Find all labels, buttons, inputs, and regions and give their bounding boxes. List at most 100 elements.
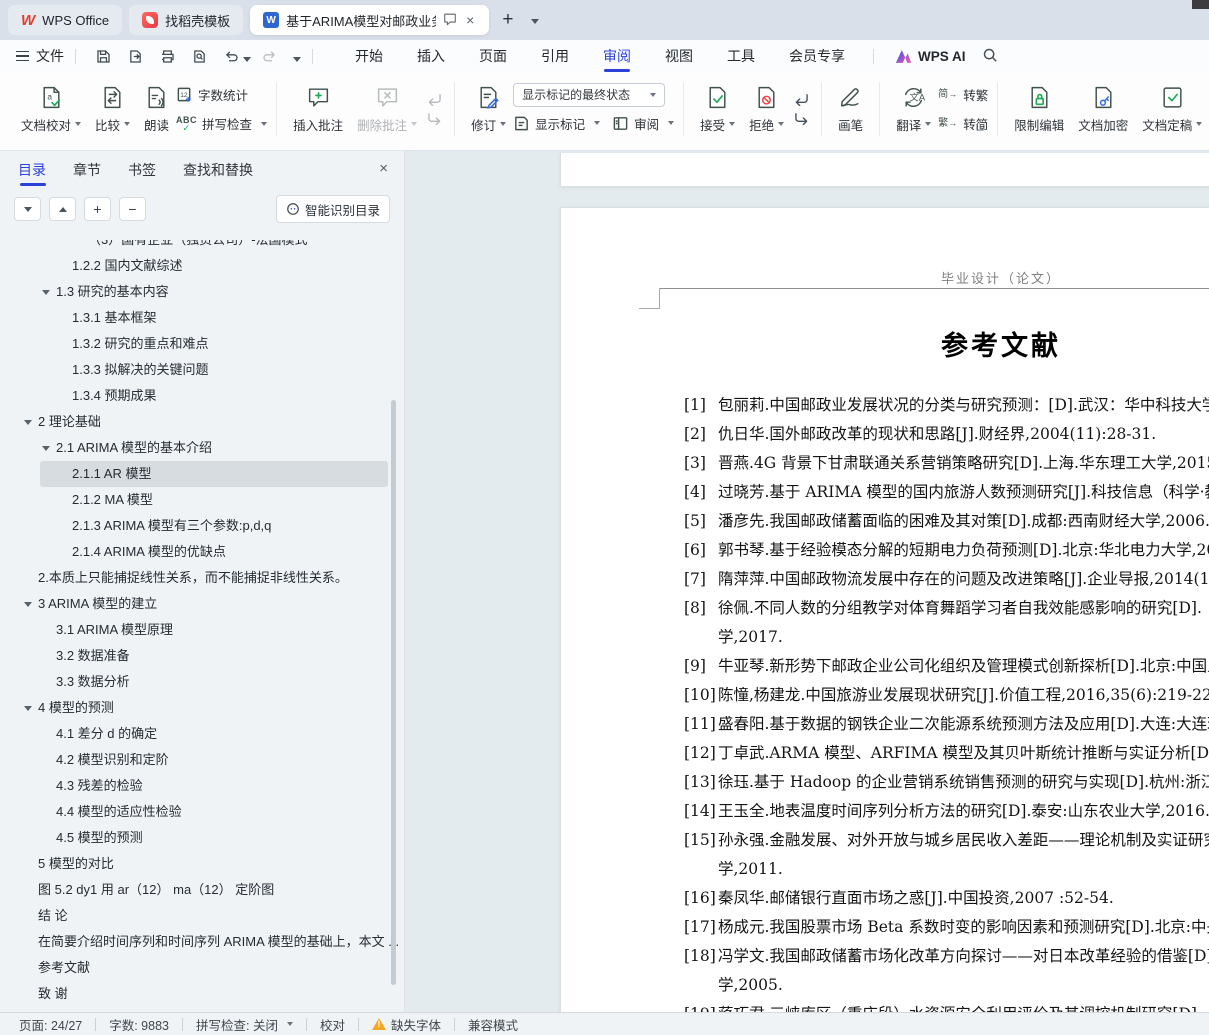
tab-current-document[interactable]: W 基于ARIMA模型对邮政业务总 × <box>250 5 490 35</box>
smart-toc-button[interactable]: 智能识别目录 <box>275 195 390 223</box>
reference-line[interactable]: [3] 晋燕.4G 背景下甘肃联通关系营销策略研究[D].上海.华东理工大学,20… <box>684 449 1209 478</box>
word-count-indicator[interactable]: 字数: 9883 <box>96 1015 182 1034</box>
toc-item[interactable]: 2.1.1 AR 模型 <box>40 461 388 487</box>
restrict-edit-button[interactable]: 限制编辑 <box>1007 81 1071 138</box>
expand-triangle-icon[interactable] <box>42 446 50 451</box>
reference-line[interactable]: [12] 丁卓武.ARMA 模型、ARFIMA 模型及其贝叶斯统计推断与实证分析[… <box>684 739 1209 768</box>
word-count-button[interactable]: 12 字数统计 <box>176 82 267 107</box>
menu-tab-4[interactable]: 审阅 <box>586 40 648 72</box>
toc-item[interactable]: 3.2 数据准备 <box>0 643 404 669</box>
toc-item[interactable]: 2.本质上只能捕捉线性关系，而不能捕捉非线性关系。 <box>0 565 404 591</box>
toc-item[interactable]: 参考文献 <box>0 955 404 981</box>
reference-line[interactable]: [18] 冯学文.我国邮政储蓄市场化改革方向探讨——对日本改革经验的借鉴[D] <box>684 942 1209 971</box>
new-tab-button[interactable]: + <box>496 9 519 31</box>
menu-tab-5[interactable]: 视图 <box>648 40 710 72</box>
references-title[interactable]: 参考文献 <box>561 324 1209 363</box>
reference-line[interactable]: [1] 包丽莉.中国邮政业发展状况的分类与研究预测：[D].武汉：华中科技大学, <box>684 391 1209 420</box>
menu-tab-7[interactable]: 会员专享 <box>772 40 862 72</box>
close-sidebar-icon[interactable]: × <box>379 160 388 177</box>
toc-item[interactable]: 4.2 模型识别和定阶 <box>0 747 404 773</box>
sidebar-tab-3[interactable]: 查找和替换 <box>183 151 253 189</box>
menu-tab-3[interactable]: 引用 <box>524 40 586 72</box>
reference-line[interactable]: 学,2011. <box>684 855 1209 884</box>
review-pane-button[interactable]: 审阅 <box>612 111 675 136</box>
previous-page-bottom[interactable] <box>560 153 1209 187</box>
encrypt-button[interactable]: 文档加密 <box>1071 81 1135 138</box>
toc-item[interactable]: 4.5 模型的预测 <box>0 825 404 851</box>
reference-line[interactable]: [10] 陈憧,杨建龙.中国旅游业发展现状研究[J].价值工程,2016,35(6… <box>684 681 1209 710</box>
menu-tab-0[interactable]: 开始 <box>338 40 400 72</box>
menu-tab-2[interactable]: 页面 <box>462 40 524 72</box>
document-page[interactable]: 毕业设计（论文） 参考文献 [1] 包丽莉.中国邮政业发展状况的分类与研究预测：[… <box>560 207 1209 1012</box>
show-markup-button[interactable]: 显示标记 <box>513 111 601 136</box>
markup-state-select[interactable]: 显示标记的最终状态 <box>513 82 666 107</box>
search-icon[interactable] <box>982 47 998 66</box>
reference-line[interactable]: [19]蒋巧君.三峡库区（重庆段）水资源安全利用评价及其调控机制研究[D] <box>684 1000 1209 1012</box>
toc-item[interactable]: 结 论 <box>0 903 404 929</box>
reference-line[interactable]: [16] 秦凤华.邮储银行直面市场之惑[J].中国投资,2007 :52-54. <box>684 884 1209 913</box>
export-icon[interactable] <box>126 47 144 65</box>
spell-check-toggle[interactable]: 拼写检查: 关闭 <box>183 1015 306 1034</box>
toc-item[interactable]: 5 模型的对比 <box>0 851 404 877</box>
expand-group-icon[interactable] <box>976 120 984 134</box>
insert-comment-button[interactable]: 插入批注 <box>286 81 350 138</box>
reference-line[interactable]: [14] 王玉全.地表温度时间序列分析方法的研究[D].泰安:山东农业大学,201… <box>684 797 1209 826</box>
to-traditional-button[interactable]: 简→ 转繁 <box>938 82 988 107</box>
compare-button[interactable]: 比较 <box>88 81 137 138</box>
toc-item[interactable]: 4.4 模型的适应性检验 <box>0 799 404 825</box>
undo-chevron-icon[interactable] <box>243 56 251 62</box>
reference-line[interactable]: [2] 仇日华.国外邮政改革的现状和思路[J].财经界,2004(11):28-3… <box>684 420 1209 449</box>
reference-line[interactable]: 学,2005. <box>684 971 1209 1000</box>
doc-proof-button[interactable]: a 文档校对 <box>14 81 88 138</box>
spell-check-button[interactable]: ABC ✓ 拼写检查 <box>176 111 268 136</box>
reference-line[interactable]: [15] 孙永强.金融发展、对外开放与城乡居民收入差距——理论机制及实证研究[D]… <box>684 826 1209 855</box>
toc-item[interactable]: 1.3 研究的基本内容 <box>0 279 404 305</box>
toc-item[interactable]: 1.3.1 基本框架 <box>0 305 404 331</box>
menu-tab-6[interactable]: 工具 <box>710 40 772 72</box>
reference-line[interactable]: [11] 盛春阳.基于数据的钢铁企业二次能源系统预测方法及应用[D].大连:大连理 <box>684 710 1209 739</box>
toc-item[interactable]: 3.3 数据分析 <box>0 669 404 695</box>
reference-line[interactable]: [4] 过晓芳.基于 ARIMA 模型的国内旅游人数预测研究[J].科技信息（科学… <box>684 478 1209 507</box>
print-preview-icon[interactable] <box>190 47 208 65</box>
toc-item[interactable]: 2.1.3 ARIMA 模型有三个参数:p,d,q <box>0 513 404 539</box>
reference-line[interactable]: [6] 郭书琴.基于经验模态分解的短期电力负荷预测[D].北京:华北电力大学,20… <box>684 536 1209 565</box>
sidebar-tab-0[interactable]: 目录 <box>18 151 46 189</box>
next-revision-icon[interactable] <box>794 112 809 125</box>
tab-wps-office-home[interactable]: W WPS Office <box>8 5 123 35</box>
tab-docer-templates[interactable]: 找稻壳模板 <box>129 5 244 35</box>
expand-all-button[interactable] <box>14 197 41 221</box>
toc-item[interactable]: 3 ARIMA 模型的建立 <box>0 591 404 617</box>
toc-item[interactable]: 4.1 差分 d 的确定 <box>0 721 404 747</box>
reference-line[interactable]: [13] 徐珏.基于 Hadoop 的企业营销系统销售预测的研究与实现[D].杭州… <box>684 768 1209 797</box>
sidebar-tab-1[interactable]: 章节 <box>73 151 101 189</box>
reference-line[interactable]: [17] 杨成元.我国股票市场 Beta 系数时变的影响因素和预测研究[D].北京… <box>684 913 1209 942</box>
missing-font-warning[interactable]: ! 缺失字体 <box>359 1015 454 1034</box>
save-icon[interactable] <box>94 47 112 65</box>
reference-line[interactable]: 学,2017. <box>684 623 1209 652</box>
reference-line[interactable]: [9] 牛亚琴.新形势下邮政企业公司化组织及管理模式创新探析[D].北京:中国人 <box>684 652 1209 681</box>
toc-item[interactable]: 1.3.4 预期成果 <box>0 383 404 409</box>
toc-item[interactable]: 在简要介绍时间序列和时间序列 ARIMA 模型的基础上，本文 ... <box>0 929 404 955</box>
toc-item[interactable]: 1.2.2 国内文献综述 <box>0 253 404 279</box>
print-icon[interactable] <box>158 47 176 65</box>
toc-item[interactable]: （3）国有企业（独资公司）-法国模式 <box>0 240 404 253</box>
expand-triangle-icon[interactable] <box>42 290 50 295</box>
toc-item[interactable]: 2.1 ARIMA 模型的基本介绍 <box>0 435 404 461</box>
toc-item[interactable]: 2 理论基础 <box>0 409 404 435</box>
undo-button[interactable] <box>222 47 240 65</box>
read-aloud-button[interactable]: 朗读 <box>137 81 176 138</box>
toc-item[interactable]: 4.3 残差的检验 <box>0 773 404 799</box>
compatibility-mode-indicator[interactable]: 兼容模式 <box>455 1015 531 1034</box>
track-changes-button[interactable]: 修订 <box>464 81 513 138</box>
toc-item[interactable]: 2.1.4 ARIMA 模型的优缺点 <box>0 539 404 565</box>
page-indicator[interactable]: 页面: 24/27 <box>6 1015 95 1034</box>
expand-triangle-icon[interactable] <box>24 420 32 425</box>
close-tab-icon[interactable]: × <box>464 13 476 27</box>
collapse-all-button[interactable] <box>49 197 76 221</box>
toc-item[interactable]: 1.3.2 研究的重点和难点 <box>0 331 404 357</box>
zoom-out-outline-button[interactable]: − <box>119 197 146 221</box>
finalize-button[interactable]: 文档定稿 <box>1135 81 1209 138</box>
file-menu[interactable]: 文件 <box>36 46 64 66</box>
zoom-in-outline-button[interactable]: + <box>84 197 111 221</box>
accept-button[interactable]: 接受 <box>693 81 742 138</box>
